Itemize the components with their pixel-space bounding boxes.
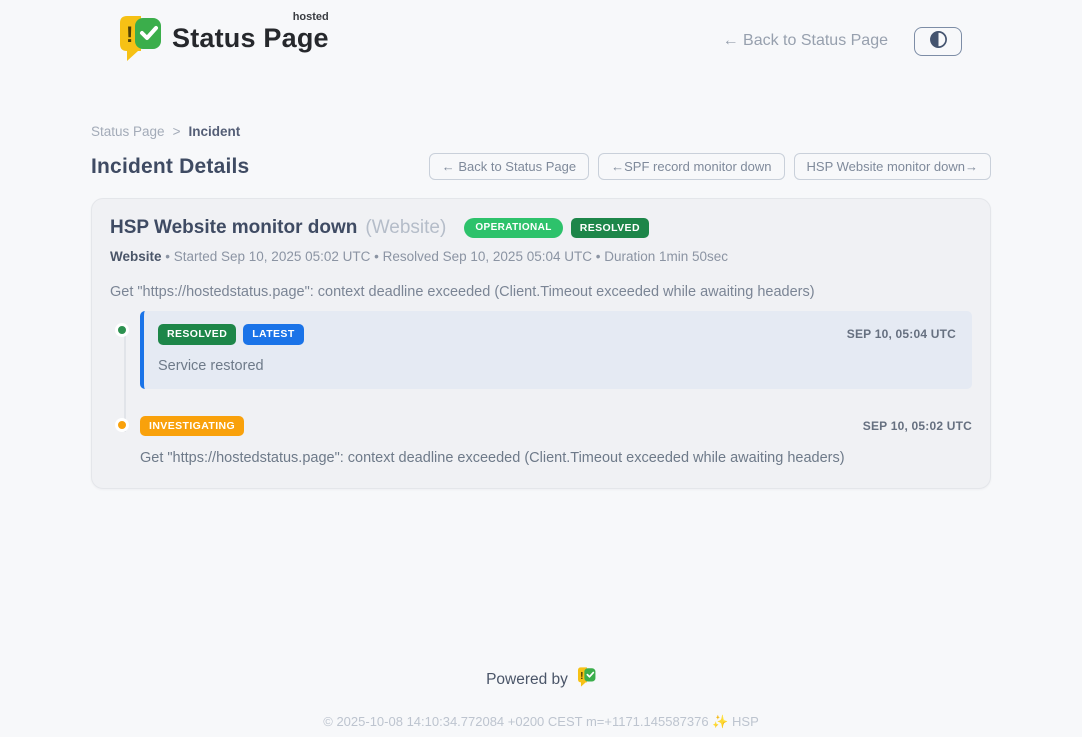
prev-incident-button[interactable]: ←SPF record monitor down — [598, 153, 784, 180]
footer: Powered by ! © 2025-10-08 14:10:34.77208… — [91, 667, 991, 730]
incident-meta: Website • Started Sep 10, 2025 05:02 UTC… — [110, 249, 972, 264]
timeline-entry-resolved: RESOLVED LATEST SEP 10, 05:04 UTC Servic… — [110, 320, 972, 389]
breadcrumb-status-page-link[interactable]: Status Page — [91, 124, 165, 139]
footer-logo-icon[interactable]: ! — [577, 667, 596, 692]
incident-title: HSP Website monitor down — [110, 217, 357, 239]
copyright-line: © 2025-10-08 14:10:34.772084 +0200 CEST … — [91, 714, 991, 730]
resolved-badge: RESOLVED — [571, 218, 649, 239]
breadcrumb: Status Page > Incident — [91, 124, 991, 139]
incident-card: HSP Website monitor down (Website) OPERA… — [91, 198, 991, 489]
timeline-dot-resolved — [115, 323, 129, 337]
incident-component-label: (Website) — [365, 217, 446, 239]
incident-description: Get "https://hostedstatus.page": context… — [110, 284, 972, 300]
page-title: Incident Details — [91, 155, 249, 179]
investigating-badge: INVESTIGATING — [140, 416, 244, 437]
timeline-message: Service restored — [158, 358, 956, 374]
next-incident-button[interactable]: HSP Website monitor down→ — [794, 153, 991, 180]
theme-toggle-button[interactable] — [914, 27, 962, 56]
powered-by-label: Powered by — [486, 671, 568, 689]
timeline-message: Get "https://hostedstatus.page": context… — [140, 450, 972, 466]
logo-hosted-label: hosted — [293, 11, 329, 23]
meta-component-name: Website — [110, 249, 162, 264]
timeline-timestamp: SEP 10, 05:02 UTC — [863, 419, 972, 433]
breadcrumb-current: Incident — [188, 124, 240, 139]
resolved-update-badge: RESOLVED — [158, 324, 236, 345]
operational-badge: OPERATIONAL — [464, 218, 562, 238]
logo-text: Status Page — [172, 23, 329, 53]
svg-text:!: ! — [580, 671, 583, 682]
timeline-timestamp: SEP 10, 05:04 UTC — [847, 327, 956, 341]
back-to-status-page-button[interactable]: ← Back to Status Page — [429, 153, 589, 180]
timeline-entry-investigating: INVESTIGATING SEP 10, 05:02 UTC Get "htt… — [110, 419, 972, 467]
timeline-entry-box: INVESTIGATING SEP 10, 05:02 UTC Get "htt… — [140, 416, 972, 467]
timeline-entry-box: RESOLVED LATEST SEP 10, 05:04 UTC Servic… — [140, 311, 972, 389]
svg-text:!: ! — [126, 22, 133, 47]
half-moon-icon — [929, 30, 948, 52]
timeline-dot-investigating — [115, 418, 129, 432]
incident-timeline: RESOLVED LATEST SEP 10, 05:04 UTC Servic… — [110, 320, 972, 466]
status-page-logo[interactable]: ! Status Page hosted — [118, 15, 329, 67]
logo-speech-bubble-icon: ! — [118, 15, 162, 67]
breadcrumb-separator: > — [173, 124, 181, 139]
header: ! Status Page hosted ← Back to Status Pa… — [0, 0, 1082, 76]
meta-details: • Started Sep 10, 2025 05:02 UTC • Resol… — [162, 249, 729, 264]
latest-badge: LATEST — [243, 324, 303, 345]
back-to-status-page-link[interactable]: ← Back to Status Page — [723, 32, 888, 50]
